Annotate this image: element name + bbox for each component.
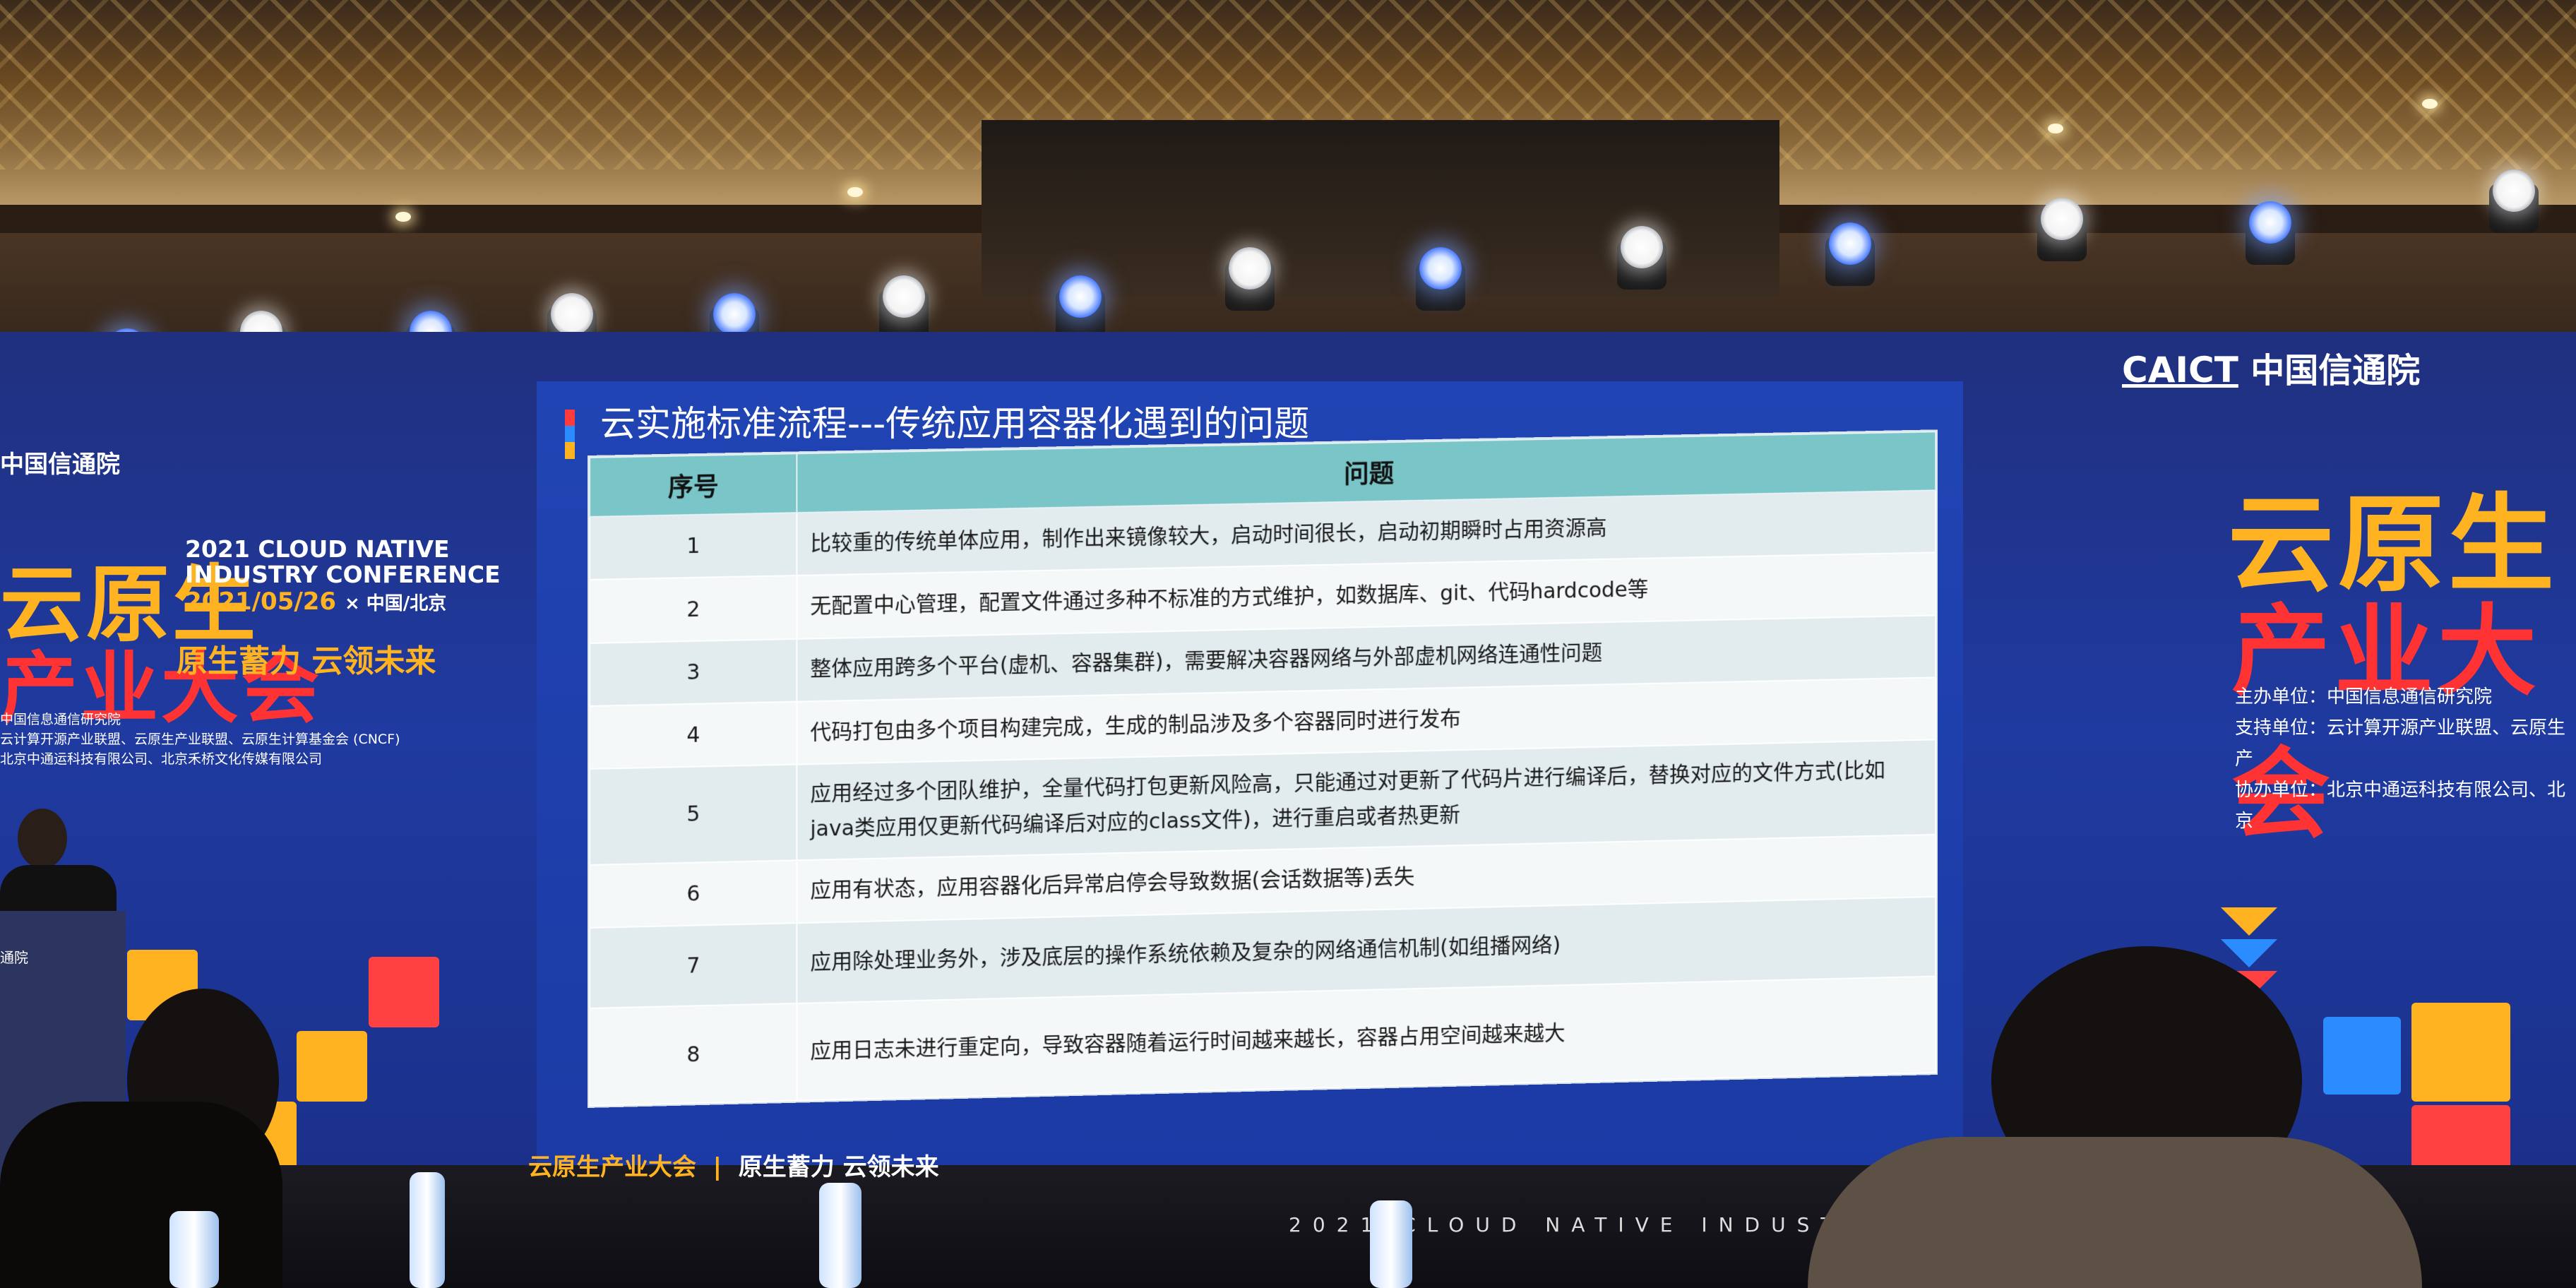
ceiling-light (2422, 99, 2438, 109)
podium-caption: 通院 (0, 949, 28, 966)
stage-light (1822, 222, 1878, 286)
water-bottle (819, 1183, 861, 1288)
decor-tile (369, 957, 439, 1027)
water-bottle (1370, 1200, 1412, 1288)
ceiling-light (395, 212, 411, 222)
caict-wordmark: CAICT (2122, 350, 2238, 390)
ceiling-light (847, 187, 863, 197)
conference-en-line1: 2021 CLOUD NATIVE (185, 535, 450, 563)
row-index: 3 (589, 638, 797, 706)
footer-brand: 云原生产业大会 | 原生蓄力 云领未来 (528, 1153, 939, 1181)
slide-title: 云实施标准流程---传统应用容器化遇到的问题 (600, 403, 1310, 444)
row-index: 8 (589, 1003, 797, 1106)
host-line: 北京中通运科技有限公司、北京禾桥文化传媒有限公司 (0, 751, 323, 767)
water-bottle (410, 1172, 445, 1288)
stage-light (1222, 247, 1278, 311)
water-bottle (169, 1211, 219, 1288)
row-index: 4 (589, 701, 797, 770)
host-line: 云计算开源产业联盟、云原生产业联盟、云原生计算基金会 (CNCF) (0, 732, 400, 747)
conference-en-line2: INDUSTRY CONFERENCE (185, 561, 501, 588)
host-line: 协办单位：北京中通运科技有限公司、北京 (2235, 780, 2566, 832)
stage-light (2034, 198, 2090, 261)
header-index: 序号 (589, 453, 797, 517)
decor-triangle (2221, 939, 2277, 967)
stage-light (1412, 247, 1469, 311)
conference-date: 2021/05/26 × 中国/北京 (185, 588, 446, 616)
location-text: × 中国/北京 (344, 593, 447, 614)
host-organizations-left: 中国信息通信研究院 云计算开源产业联盟、云原生产业联盟、云原生计算基金会 (CN… (0, 710, 400, 769)
stage-light (876, 275, 932, 339)
decor-tile (297, 1031, 367, 1102)
decor-triangle (2221, 907, 2277, 936)
audience-body (0, 1102, 282, 1288)
caict-chinese-name: 中国信通院 (2250, 351, 2421, 390)
row-index: 1 (589, 513, 797, 580)
row-index: 5 (589, 764, 797, 865)
slide-title-marker (565, 410, 575, 459)
stage-light (2486, 169, 2542, 233)
row-index: 2 (589, 576, 797, 643)
audience-body (1808, 1137, 2422, 1288)
row-index: 6 (589, 859, 797, 928)
stage-light (1614, 226, 1670, 290)
host-line: 支持单位：云计算开源产业联盟、云原生产 (2235, 717, 2566, 770)
host-organizations-right: 主办单位：中国信息通信研究院 支持单位：云计算开源产业联盟、云原生产 协办单位：… (2235, 681, 2576, 837)
row-index: 7 (589, 923, 797, 1009)
conference-english-title: 2021 CLOUD NATIVE INDUSTRY CONFERENCE (185, 537, 501, 588)
decor-tile (2411, 1003, 2510, 1102)
ceiling-light (2048, 124, 2063, 133)
date-text: 2021/05/26 (185, 588, 337, 616)
speaker-head (18, 809, 67, 869)
footer-brand-name: 云原生产业大会 (528, 1153, 696, 1181)
slogan-left: 原生蓄力 云领未来 (177, 643, 436, 679)
issues-table: 序号 问题 1 比较重的传统单体应用，制作出来镜像较大，启动时间很长，启动初期瞬… (588, 429, 1938, 1108)
caict-logo: CAICT 中国信通院 (2122, 342, 2420, 392)
host-line: 中国信息通信研究院 (0, 712, 121, 727)
decor-tile (2323, 1017, 2401, 1095)
footer-slogan: 原生蓄力 云领未来 (738, 1153, 939, 1181)
host-line: 主办单位：中国信息通信研究院 (2235, 686, 2493, 708)
stage-light (2242, 201, 2298, 265)
brand-logo-left: 中国信通院 (0, 451, 120, 479)
stage-light (1052, 275, 1109, 339)
